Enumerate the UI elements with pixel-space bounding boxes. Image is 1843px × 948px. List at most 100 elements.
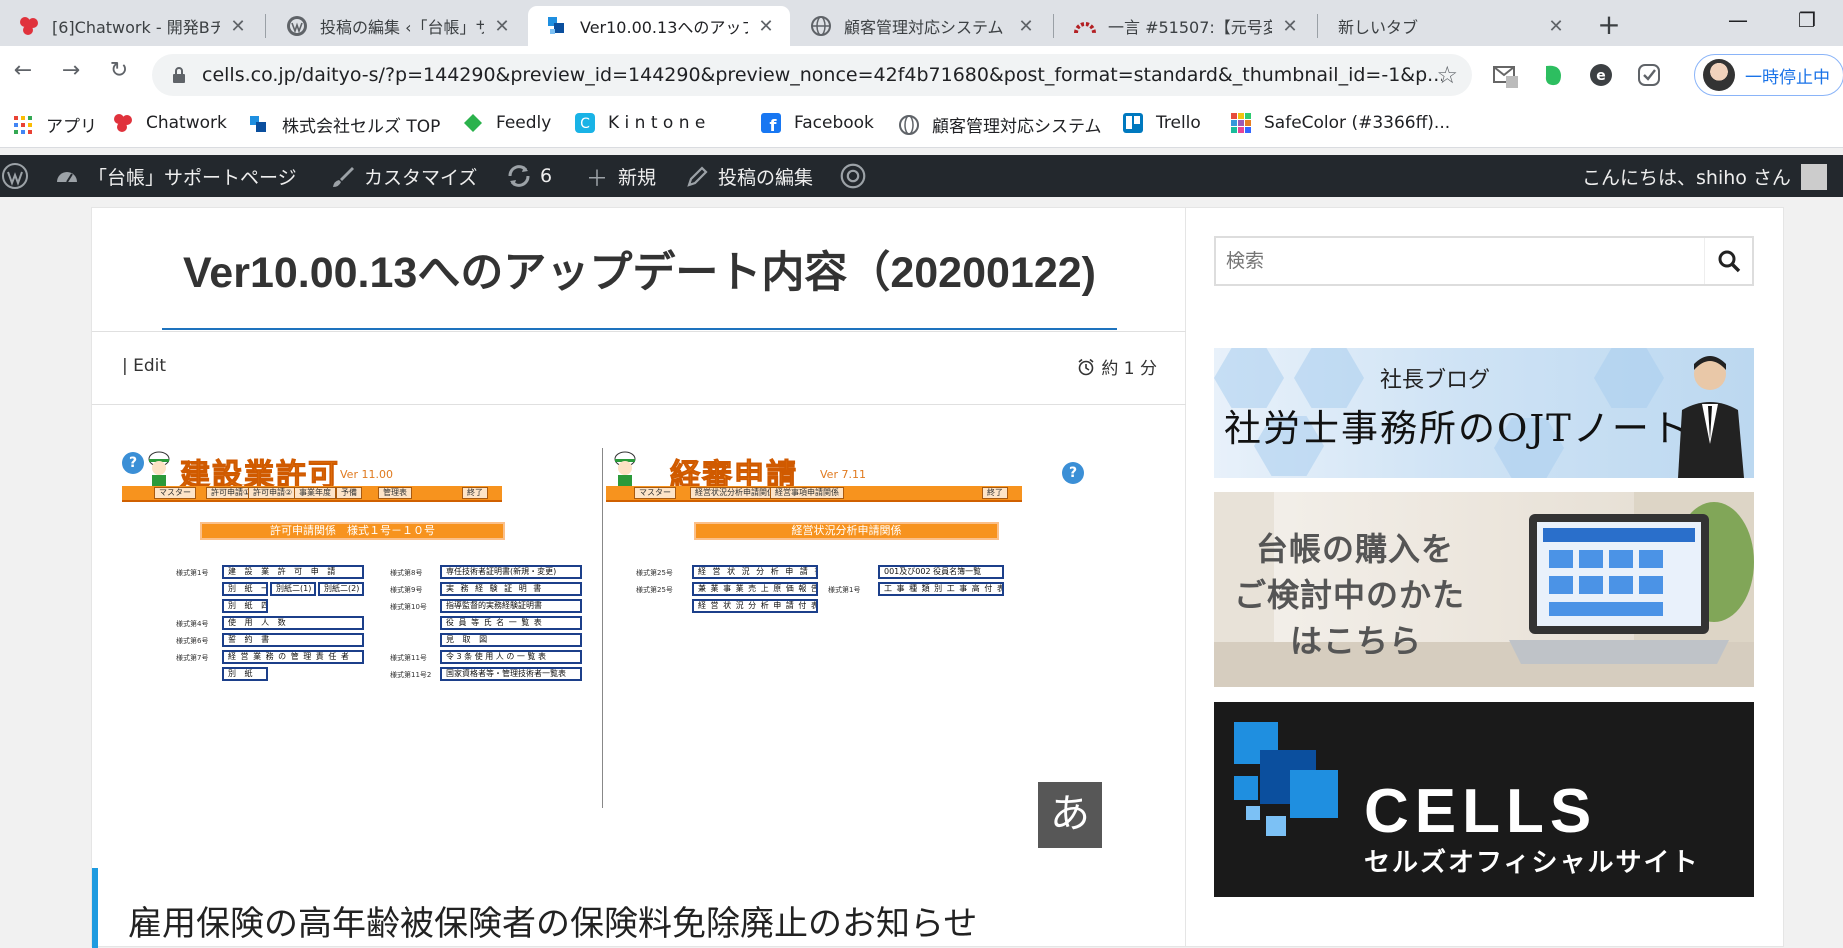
customize-link[interactable]: カスタマイズ	[330, 163, 477, 190]
bookmark-safecolor[interactable]: SafeColor (#3366ff)...	[1230, 112, 1450, 134]
bookmark-cells-top[interactable]: 株式会社セルズ TOP	[248, 112, 440, 137]
wp-admin-bar: 「台帳」サポートページ カスタマイズ 6 ＋ 新規 投稿の編集 こんにちは、sh…	[0, 155, 1843, 197]
bookmark-label: Facebook	[794, 113, 874, 133]
maximize-button[interactable]: ❐	[1798, 8, 1816, 32]
evernote-extension-icon[interactable]	[1540, 62, 1566, 88]
reload-button[interactable]: ↻	[104, 58, 134, 83]
search-icon	[1718, 250, 1740, 273]
form-label: 様式第25号	[636, 586, 673, 594]
new-tab-button[interactable]: +	[1594, 8, 1624, 41]
form-button: 経 営 状 況 分 析 申 請 書	[692, 565, 818, 579]
tab-wp-edit[interactable]: 投稿の編集 ‹「台帳」サ ✕	[268, 6, 526, 46]
updates-link[interactable]: 6	[506, 163, 552, 189]
forward-button[interactable]: →	[56, 58, 86, 83]
cells-official-label: セルズオフィシャルサイト	[1364, 848, 1700, 878]
wp-logo-menu[interactable]	[2, 163, 36, 189]
gmail-extension-icon[interactable]	[1492, 62, 1518, 88]
globe-icon	[898, 114, 920, 136]
app-menu-item: マスター	[154, 487, 196, 499]
bookmark-chatwork[interactable]: Chatwork	[112, 112, 227, 134]
globe-icon	[810, 15, 832, 37]
close-icon[interactable]: ✕	[492, 16, 512, 37]
tab-chatwork[interactable]: [6]Chatwork - 開発Bチ ✕	[0, 6, 262, 46]
app-menu-item: 管理表	[378, 487, 412, 499]
redmine-icon	[1074, 15, 1096, 37]
tab-redmine[interactable]: 一言 #51507:【元号変 ✕	[1056, 6, 1314, 46]
form-label: 様式第8号	[390, 569, 423, 577]
wordpress-icon	[286, 15, 308, 37]
tab-current[interactable]: Ver10.00.13へのアップデ ✕	[528, 6, 790, 46]
bookmark-facebook[interactable]: f Facebook	[760, 112, 874, 134]
bookmark-trello[interactable]: Trello	[1122, 112, 1201, 134]
bookmark-label: SafeColor (#3366ff)...	[1264, 113, 1451, 133]
app-menu-item: マスター	[634, 487, 676, 499]
svg-text:C: C	[580, 116, 590, 132]
form-button: 別紙二(2)	[318, 582, 364, 596]
tab-new[interactable]: 新しいタブ ✕	[1320, 6, 1580, 46]
new-content-menu[interactable]: ＋ 新規	[584, 163, 657, 192]
edit-post-label: 投稿の編集	[718, 167, 814, 189]
browser-toolbar: ← → ↻ cells.co.jp/daityo-s/?p=144290&pre…	[0, 46, 1843, 102]
app-menu-item: 経営状況分析申請関係	[690, 487, 780, 499]
site-name-menu[interactable]: 「台帳」サポートページ	[54, 163, 297, 190]
minimize-button[interactable]: —	[1728, 8, 1748, 32]
search-form	[1214, 236, 1754, 286]
edit-post-link[interactable]: 投稿の編集	[684, 163, 813, 190]
person-photo	[1678, 356, 1744, 478]
purchase-banner[interactable]: 台帳の購入を ご検討中のかた はこちら	[1214, 492, 1754, 687]
edit-link[interactable]: | Edit	[122, 356, 166, 376]
app-section-banner: 経営状況分析申請関係	[694, 522, 999, 540]
back-button[interactable]: ←	[8, 58, 38, 83]
greeting-label: こんにちは、shiho さん	[1582, 167, 1791, 189]
my-account-menu[interactable]: こんにちは、shiho さん	[1582, 163, 1827, 190]
cells-icon	[248, 114, 270, 136]
form-label: 様式第11号	[390, 654, 427, 662]
divider	[92, 331, 1187, 332]
bookmark-label: 株式会社セルズ TOP	[282, 117, 441, 137]
profile-button[interactable]: 一時停止中	[1694, 54, 1843, 96]
updates-count: 6	[540, 165, 553, 187]
close-icon[interactable]: ✕	[1280, 16, 1300, 37]
form-button: 役 員 等 氏 名 一 覧 表	[440, 616, 582, 630]
cells-wordmark: CELLS	[1364, 777, 1598, 846]
ceo-blog-banner[interactable]: 社長ブログ 社労士事務所のOJTノート	[1214, 348, 1754, 478]
close-icon[interactable]: ✕	[1016, 16, 1036, 37]
plugin-menu[interactable]	[840, 163, 874, 189]
next-heading: 雇用保険の高年齢被保険者の保険料免除廃止のお知らせ	[92, 868, 1187, 948]
help-icon: ?	[122, 452, 144, 474]
cells-official-banner[interactable]: CELLS セルズオフィシャルサイト	[1214, 702, 1754, 897]
tab-title: Ver10.00.13へのアップデ	[580, 18, 748, 37]
new-label: 新規	[618, 167, 657, 189]
tab-strip: [6]Chatwork - 開発Bチ ✕ 投稿の編集 ‹「台帳」サ ✕ Ver1…	[0, 0, 1843, 46]
extension-e-icon[interactable]: e	[1588, 62, 1614, 88]
tab-divider	[1053, 14, 1054, 38]
read-time: 約 1 分	[1077, 354, 1157, 379]
address-bar[interactable]: cells.co.jp/daityo-s/?p=144290&preview_i…	[152, 54, 1472, 96]
close-icon[interactable]: ✕	[228, 16, 248, 37]
facebook-icon: f	[760, 112, 782, 134]
search-input[interactable]	[1216, 238, 1704, 284]
cells-logo-icon	[1234, 722, 1338, 836]
bookmark-apps[interactable]: アプリ	[12, 112, 97, 137]
bookmark-label: Trello	[1156, 113, 1201, 133]
dashboard-icon	[54, 164, 80, 190]
bookmark-kintone[interactable]: C K i n t o n e	[574, 112, 705, 134]
bookmark-label: アプリ	[46, 117, 97, 137]
bookmark-feedly[interactable]: Feedly	[462, 112, 551, 134]
bookmark-star-icon[interactable]: ☆	[1436, 61, 1458, 89]
extension-check-icon[interactable]	[1636, 62, 1662, 88]
tab-title: 新しいタブ	[1338, 18, 1419, 37]
bookmark-label: Feedly	[496, 113, 552, 133]
search-button[interactable]	[1704, 238, 1752, 284]
form-button: 見 取 図	[440, 633, 582, 647]
close-icon[interactable]: ✕	[756, 16, 776, 37]
article: Ver10.00.13へのアップデート内容（20200122) | Edit 約…	[91, 207, 1187, 948]
tab-customer-system[interactable]: 顧客管理対応システム ✕	[792, 6, 1050, 46]
site-name-label: 「台帳」サポートページ	[88, 167, 297, 189]
app-menu-item: 終了	[982, 487, 1008, 499]
close-icon[interactable]: ✕	[1546, 16, 1566, 37]
bookmark-customer-system[interactable]: 顧客管理対応システム	[898, 112, 1102, 137]
form-button: 工 事 種 類 別 工 事 高 付 表	[878, 582, 1004, 596]
form-button: 経 営 業 務 の 管 理 責 任 者	[222, 650, 364, 664]
form-label: 様式第10号	[390, 603, 427, 611]
